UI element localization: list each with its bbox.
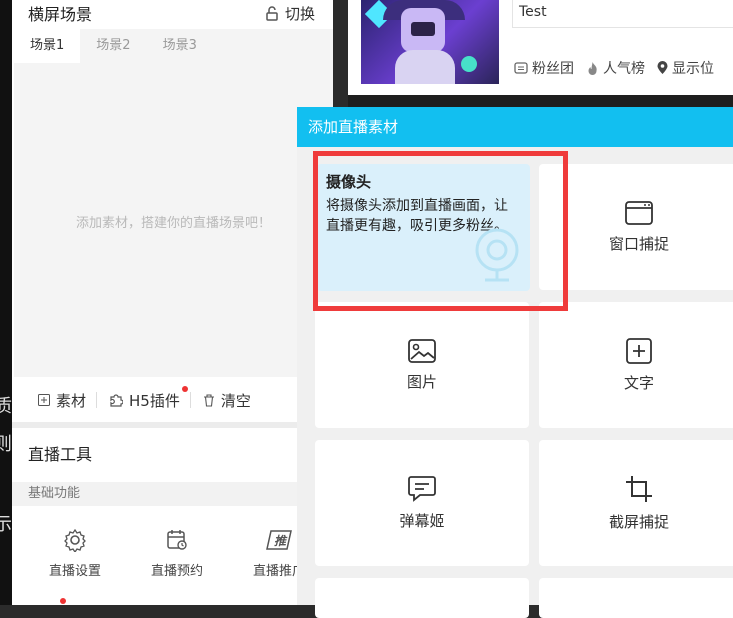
- badge-icon: [514, 62, 528, 74]
- text-label: 文字: [623, 373, 654, 392]
- screen-capture-label: 截屏捕捉: [608, 512, 669, 531]
- clear-label: 清空: [220, 391, 251, 410]
- fan-group-button[interactable]: 粉丝团: [514, 58, 574, 78]
- image-label: 图片: [406, 372, 437, 391]
- section-divider: [12, 422, 333, 428]
- notification-dot: [181, 385, 188, 392]
- danmaku-card[interactable]: 弹幕姬: [315, 440, 529, 566]
- text-add-icon: [626, 337, 652, 364]
- scene-title: 横屏场景: [28, 5, 93, 24]
- lock-icon: [266, 5, 278, 21]
- clear-button[interactable]: 清空: [191, 390, 261, 411]
- tools-title: 直播工具: [28, 445, 93, 464]
- tool-live-settings[interactable]: 直播设置: [30, 528, 120, 579]
- trash-icon: [203, 393, 214, 407]
- basic-functions-label: 基础功能: [12, 482, 333, 506]
- stream-cover-image[interactable]: [361, 0, 499, 84]
- calendar-clock-icon: [167, 530, 187, 550]
- more-card[interactable]: [315, 578, 529, 618]
- asset-toolbar: 素材 H5插件 清空: [12, 380, 333, 420]
- svg-text:推: 推: [274, 534, 288, 548]
- fan-group-label: 粉丝团: [532, 61, 574, 77]
- window-capture-label: 窗口捕捉: [608, 234, 669, 253]
- tool-label: 直播预约: [150, 564, 203, 579]
- preview-edge: [348, 95, 733, 107]
- h5-plugin-label: H5插件: [129, 391, 180, 410]
- window-icon: [625, 200, 653, 225]
- flame-icon: [588, 62, 597, 75]
- highlight-box: [313, 151, 568, 311]
- promote-icon: 推: [266, 530, 292, 550]
- scene-header: 横屏场景 切换: [12, 0, 333, 26]
- plus-square-icon: [38, 394, 50, 406]
- puzzle-icon: [110, 394, 124, 407]
- danmaku-label: 弹幕姬: [399, 511, 445, 530]
- show-location-button[interactable]: 显示位: [657, 58, 714, 78]
- popularity-label: 人气榜: [603, 61, 645, 77]
- screen-capture-card[interactable]: 截屏捕捉: [539, 440, 733, 566]
- stream-meta-row: 粉丝团 人气榜 显示位: [514, 58, 714, 78]
- text-card[interactable]: 文字: [539, 302, 733, 428]
- tool-live-schedule[interactable]: 直播预约: [132, 528, 222, 579]
- stream-info-panel: Test 粉丝团 人气榜 显示位: [348, 0, 733, 95]
- switch-button[interactable]: 切换: [265, 3, 315, 24]
- image-card[interactable]: 图片: [315, 302, 529, 428]
- stream-title-input[interactable]: Test: [512, 0, 733, 28]
- switch-label: 切换: [284, 4, 315, 23]
- window-capture-card[interactable]: 窗口捕捉: [539, 164, 733, 290]
- notification-dot: [60, 598, 66, 604]
- image-icon: [408, 338, 436, 363]
- left-edge-strip: ， 质 则 示: [0, 0, 12, 605]
- location-pin-icon: [657, 61, 668, 74]
- gear-icon: [64, 528, 86, 552]
- tab-scene-3[interactable]: 场景3: [147, 29, 213, 63]
- h5-plugin-button[interactable]: H5插件: [97, 385, 190, 411]
- tab-scene-2[interactable]: 场景2: [80, 29, 146, 63]
- show-location-label: 显示位: [672, 61, 714, 77]
- tool-label: 直播设置: [48, 564, 101, 579]
- scene-canvas: 场景1 场景2 场景3 添加素材，搭建你的直播场景吧！: [14, 29, 333, 377]
- left-panel: 横屏场景 切换 场景1 场景2 场景3 添加素材，搭建你的直播场景吧！ 素材 H…: [12, 0, 333, 605]
- modal-title: 添加直播素材: [297, 107, 733, 147]
- scene-tabs: 场景1 场景2 场景3: [14, 29, 333, 63]
- crop-icon: [626, 475, 652, 502]
- scene-empty-hint: 添加素材，搭建你的直播场景吧！: [75, 216, 271, 231]
- popularity-button[interactable]: 人气榜: [586, 58, 645, 78]
- add-material-button[interactable]: 素材: [12, 390, 96, 411]
- comment-icon: [408, 475, 436, 502]
- more-card[interactable]: [539, 578, 733, 618]
- material-label: 素材: [56, 391, 87, 410]
- tab-scene-1[interactable]: 场景1: [14, 29, 81, 63]
